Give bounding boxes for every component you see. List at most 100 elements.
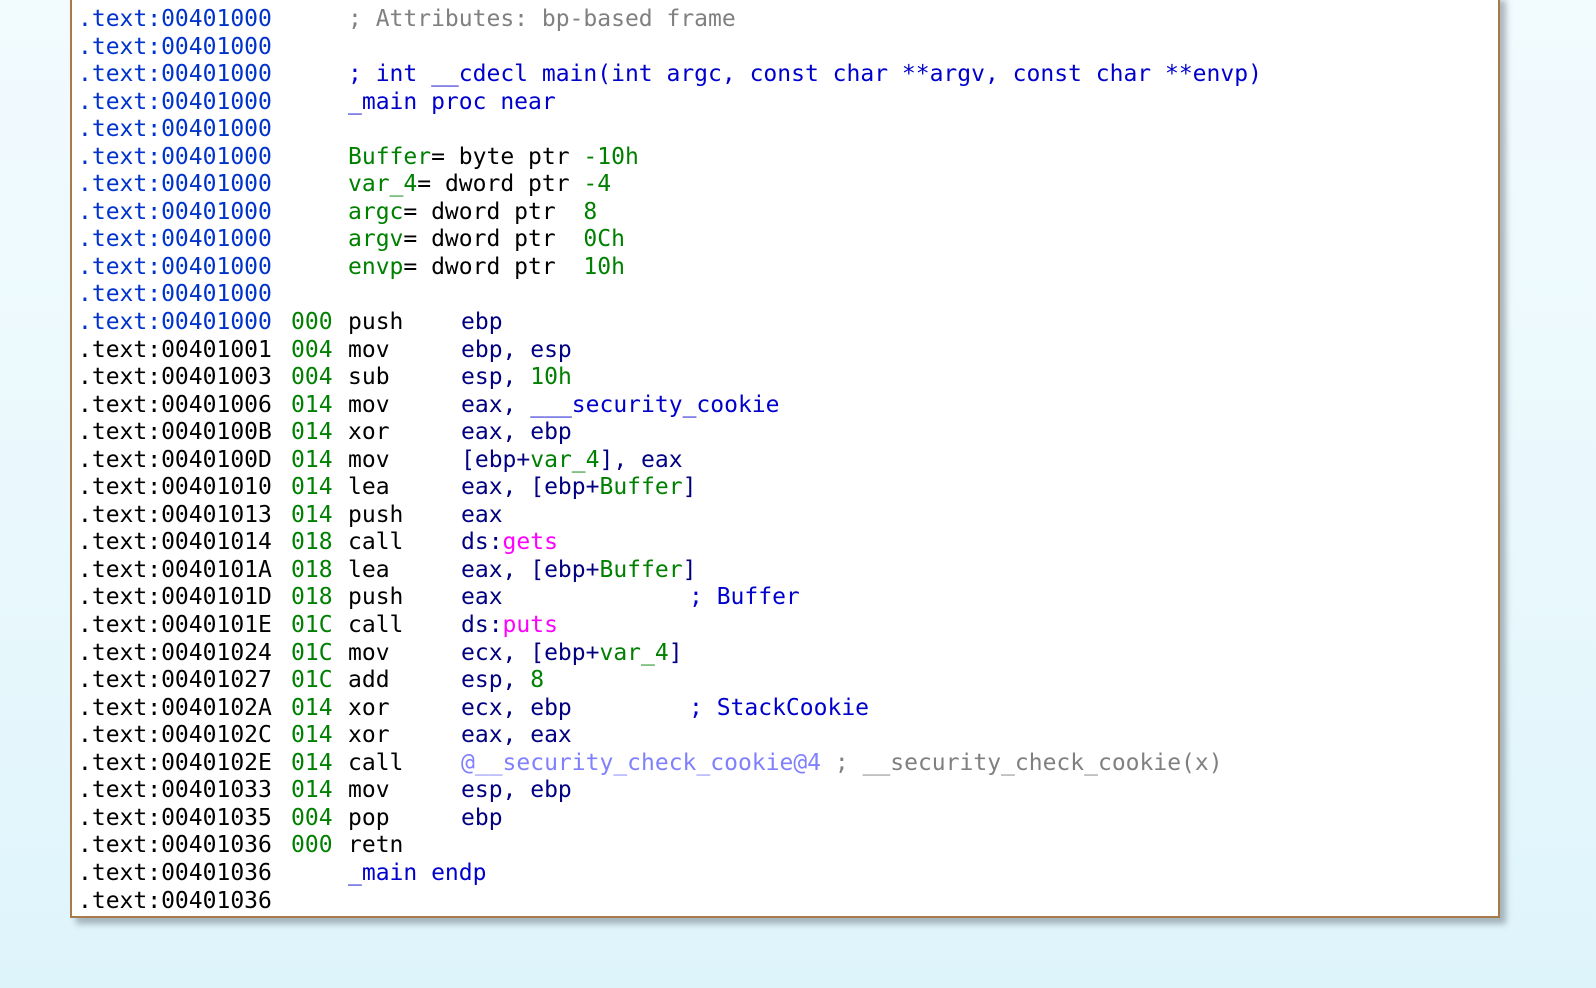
instruction-mnemonic[interactable]: mov xyxy=(348,392,390,420)
instruction-mnemonic[interactable]: xor xyxy=(348,419,390,447)
instruction-line[interactable]: .text:0040101E 01C call ds:puts xyxy=(78,612,1498,640)
address-label[interactable]: .text:00401024 xyxy=(78,640,272,668)
address-label[interactable]: .text:00401000 xyxy=(78,254,272,282)
instruction-operands[interactable]: ecx, [ebp+var_4] xyxy=(461,640,683,668)
address-label[interactable]: .text:00401036 xyxy=(78,888,272,916)
listing-line[interactable]: .text:00401000 Buffer= byte ptr -10h xyxy=(78,144,1498,172)
instruction-line[interactable]: .text:0040102C 014 xor eax, eax xyxy=(78,722,1498,750)
instruction-line[interactable]: .text:00401013 014 push eax xyxy=(78,502,1498,530)
address-label[interactable]: .text:0040102E xyxy=(78,750,272,778)
instruction-operands[interactable]: eax, [ebp+Buffer] xyxy=(461,474,696,502)
instruction-line[interactable]: .text:00401027 01C add esp, 8 xyxy=(78,667,1498,695)
instruction-line[interactable]: .text:0040100B 014 xor eax, ebp xyxy=(78,419,1498,447)
address-label[interactable]: .text:0040102C xyxy=(78,722,272,750)
instruction-operands[interactable]: eax xyxy=(461,502,503,530)
address-label[interactable]: .text:0040101E xyxy=(78,612,272,640)
address-label[interactable]: .text:00401000 xyxy=(78,116,272,144)
instruction-operands[interactable]: esp, 8 xyxy=(461,667,544,695)
instruction-line[interactable]: .text:0040101A 018 lea eax, [ebp+Buffer] xyxy=(78,557,1498,585)
address-label[interactable]: .text:0040100B xyxy=(78,419,272,447)
instruction-mnemonic[interactable]: push xyxy=(348,309,403,337)
instruction-operands[interactable]: ds:gets xyxy=(461,529,558,557)
instruction-line[interactable]: .text:00401006 014 mov eax, ___security_coo… xyxy=(78,392,1498,420)
instruction-mnemonic[interactable]: mov xyxy=(348,447,390,475)
instruction-operands[interactable]: @__security_check_cookie@4 ; __security_… xyxy=(461,750,1223,778)
instruction-operands[interactable]: eax, ___security_cookie xyxy=(461,392,780,420)
instruction-operands[interactable]: ebp, esp xyxy=(461,337,572,365)
address-label[interactable]: .text:00401036 xyxy=(78,832,272,860)
instruction-line[interactable]: .text:00401024 01C mov ecx, [ebp+var_4] xyxy=(78,640,1498,668)
disassembly-listing[interactable]: .text:00401000 ; Attributes: bp-based fra… xyxy=(70,0,1500,918)
address-label[interactable]: .text:00401001 xyxy=(78,337,272,365)
address-label[interactable]: .text:00401000 xyxy=(78,89,272,117)
instruction-operands[interactable]: eax xyxy=(461,584,503,612)
instruction-operands[interactable]: esp, ebp xyxy=(461,777,572,805)
address-label[interactable]: .text:00401000 xyxy=(78,171,272,199)
instruction-line[interactable]: .text:0040101D 018 push eax ; Buffer xyxy=(78,584,1498,612)
listing-line[interactable]: .text:00401000 argc= dword ptr 8 xyxy=(78,199,1498,227)
instruction-line[interactable]: .text:00401001 004 mov ebp, esp xyxy=(78,337,1498,365)
instruction-mnemonic[interactable]: retn xyxy=(348,832,403,860)
instruction-line[interactable]: .text:00401036 000 retn xyxy=(78,832,1498,860)
address-label[interactable]: .text:00401027 xyxy=(78,667,272,695)
instruction-mnemonic[interactable]: mov xyxy=(348,640,390,668)
instruction-mnemonic[interactable]: add xyxy=(348,667,390,695)
listing-line[interactable]: .text:00401000 xyxy=(78,281,1498,309)
address-label[interactable]: .text:00401000 xyxy=(78,199,272,227)
instruction-mnemonic[interactable]: call xyxy=(348,750,403,778)
instruction-line[interactable]: .text:00401033 014 mov esp, ebp xyxy=(78,777,1498,805)
listing-line[interactable]: .text:00401000 envp= dword ptr 10h xyxy=(78,254,1498,282)
instruction-mnemonic[interactable]: call xyxy=(348,612,403,640)
instruction-operands[interactable]: ebp xyxy=(461,805,503,833)
address-label[interactable]: .text:00401006 xyxy=(78,392,272,420)
address-label[interactable]: .text:00401033 xyxy=(78,777,272,805)
listing-line[interactable]: .text:00401000 var_4= dword ptr -4 xyxy=(78,171,1498,199)
address-label[interactable]: .text:00401000 xyxy=(78,309,272,337)
instruction-line[interactable]: .text:0040102E 014 call @__security_check_c… xyxy=(78,750,1498,778)
address-label[interactable]: .text:00401010 xyxy=(78,474,272,502)
address-label[interactable]: .text:00401000 xyxy=(78,281,272,309)
instruction-line[interactable]: .text:00401035 004 pop ebp xyxy=(78,805,1498,833)
instruction-mnemonic[interactable]: push xyxy=(348,502,403,530)
address-label[interactable]: .text:0040101A xyxy=(78,557,272,585)
listing-line[interactable]: .text:00401000 xyxy=(78,116,1498,144)
address-label[interactable]: .text:00401000 xyxy=(78,61,272,89)
listing-line[interactable]: .text:00401036 _main endp xyxy=(78,860,1498,888)
instruction-mnemonic[interactable]: xor xyxy=(348,695,390,723)
instruction-mnemonic[interactable]: xor xyxy=(348,722,390,750)
instruction-mnemonic[interactable]: pop xyxy=(348,805,390,833)
instruction-line[interactable]: .text:00401000 000 push ebp xyxy=(78,309,1498,337)
instruction-operands[interactable]: eax, eax xyxy=(461,722,572,750)
instruction-line[interactable]: .text:0040100D 014 mov [ebp+var_4], eax xyxy=(78,447,1498,475)
instruction-operands[interactable]: [ebp+var_4], eax xyxy=(461,447,683,475)
address-label[interactable]: .text:0040101D xyxy=(78,584,272,612)
instruction-operands[interactable]: ds:puts xyxy=(461,612,558,640)
listing-line[interactable]: .text:00401000 _main proc near xyxy=(78,89,1498,117)
instruction-line[interactable]: .text:0040102A 014 xor ecx, ebp ; StackCooki… xyxy=(78,695,1498,723)
instruction-mnemonic[interactable]: mov xyxy=(348,337,390,365)
address-label[interactable]: .text:0040100D xyxy=(78,447,272,475)
instruction-mnemonic[interactable]: sub xyxy=(348,364,390,392)
listing-line[interactable]: .text:00401000 ; int __cdecl main(int arg… xyxy=(78,61,1498,89)
instruction-line[interactable]: .text:00401014 018 call ds:gets xyxy=(78,529,1498,557)
instruction-mnemonic[interactable]: push xyxy=(348,584,403,612)
address-label[interactable]: .text:00401000 xyxy=(78,226,272,254)
instruction-line[interactable]: .text:00401003 004 sub esp, 10h xyxy=(78,364,1498,392)
address-label[interactable]: .text:00401000 xyxy=(78,144,272,172)
instruction-operands[interactable]: ebp xyxy=(461,309,503,337)
instruction-operands[interactable]: esp, 10h xyxy=(461,364,572,392)
address-label[interactable]: .text:00401003 xyxy=(78,364,272,392)
listing-line[interactable]: .text:00401000 argv= dword ptr 0Ch xyxy=(78,226,1498,254)
instruction-mnemonic[interactable]: call xyxy=(348,529,403,557)
listing-line[interactable]: .text:00401000 ; Attributes: bp-based fra… xyxy=(78,6,1498,34)
instruction-mnemonic[interactable]: lea xyxy=(348,474,390,502)
listing-line[interactable]: .text:00401000 xyxy=(78,34,1498,62)
address-label[interactable]: .text:00401000 xyxy=(78,6,272,34)
instruction-operands[interactable]: ecx, ebp xyxy=(461,695,572,723)
instruction-mnemonic[interactable]: lea xyxy=(348,557,390,585)
address-label[interactable]: .text:00401035 xyxy=(78,805,272,833)
instruction-operands[interactable]: eax, ebp xyxy=(461,419,572,447)
address-label[interactable]: .text:00401013 xyxy=(78,502,272,530)
address-label[interactable]: .text:00401036 xyxy=(78,860,272,888)
address-label[interactable]: .text:0040102A xyxy=(78,695,272,723)
